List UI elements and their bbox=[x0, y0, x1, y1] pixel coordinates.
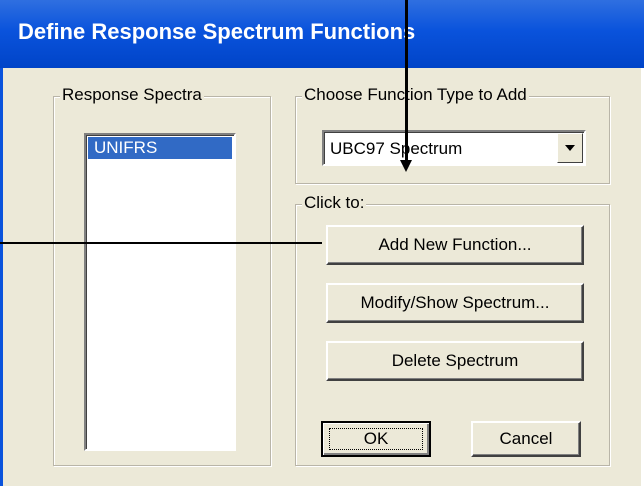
click-to-legend: Click to: bbox=[302, 193, 367, 213]
title-bar[interactable]: Define Response Spectrum Functions bbox=[0, 0, 644, 68]
dropdown-button[interactable] bbox=[557, 133, 583, 163]
ok-button[interactable]: OK bbox=[321, 421, 431, 457]
function-type-legend: Choose Function Type to Add bbox=[302, 85, 529, 105]
modify-show-spectrum-button[interactable]: Modify/Show Spectrum... bbox=[326, 283, 584, 323]
annotation-pointer-line-horizontal bbox=[0, 242, 322, 244]
define-response-spectrum-dialog: Define Response Spectrum Functions Respo… bbox=[0, 0, 644, 486]
function-type-select[interactable]: UBC97 Spectrum bbox=[322, 130, 586, 166]
delete-spectrum-label: Delete Spectrum bbox=[391, 351, 519, 370]
chevron-down-icon bbox=[565, 145, 575, 151]
function-type-group: Choose Function Type to Add UBC97 Spectr… bbox=[295, 85, 610, 184]
add-new-function-button[interactable]: Add New Function... bbox=[326, 225, 584, 265]
dialog-title: Define Response Spectrum Functions bbox=[18, 19, 416, 44]
annotation-arrow-line-vertical bbox=[405, 0, 408, 160]
cancel-button[interactable]: Cancel bbox=[471, 421, 581, 457]
delete-spectrum-button[interactable]: Delete Spectrum bbox=[326, 341, 584, 381]
dialog-body: Response Spectra UNIFRS Choose Function … bbox=[0, 68, 644, 486]
annotation-arrowhead-icon bbox=[400, 160, 412, 172]
response-spectra-group: Response Spectra UNIFRS bbox=[53, 85, 271, 466]
ok-focus-rect bbox=[329, 428, 423, 450]
modify-show-spectrum-label: Modify/Show Spectrum... bbox=[360, 293, 550, 312]
response-spectra-list[interactable]: UNIFRS bbox=[84, 133, 236, 451]
add-new-function-label: Add New Function... bbox=[378, 235, 532, 254]
cancel-label: Cancel bbox=[499, 429, 553, 448]
function-type-value: UBC97 Spectrum bbox=[330, 139, 463, 158]
list-item-unifrs[interactable]: UNIFRS bbox=[88, 137, 232, 159]
response-spectra-legend: Response Spectra bbox=[60, 85, 204, 105]
